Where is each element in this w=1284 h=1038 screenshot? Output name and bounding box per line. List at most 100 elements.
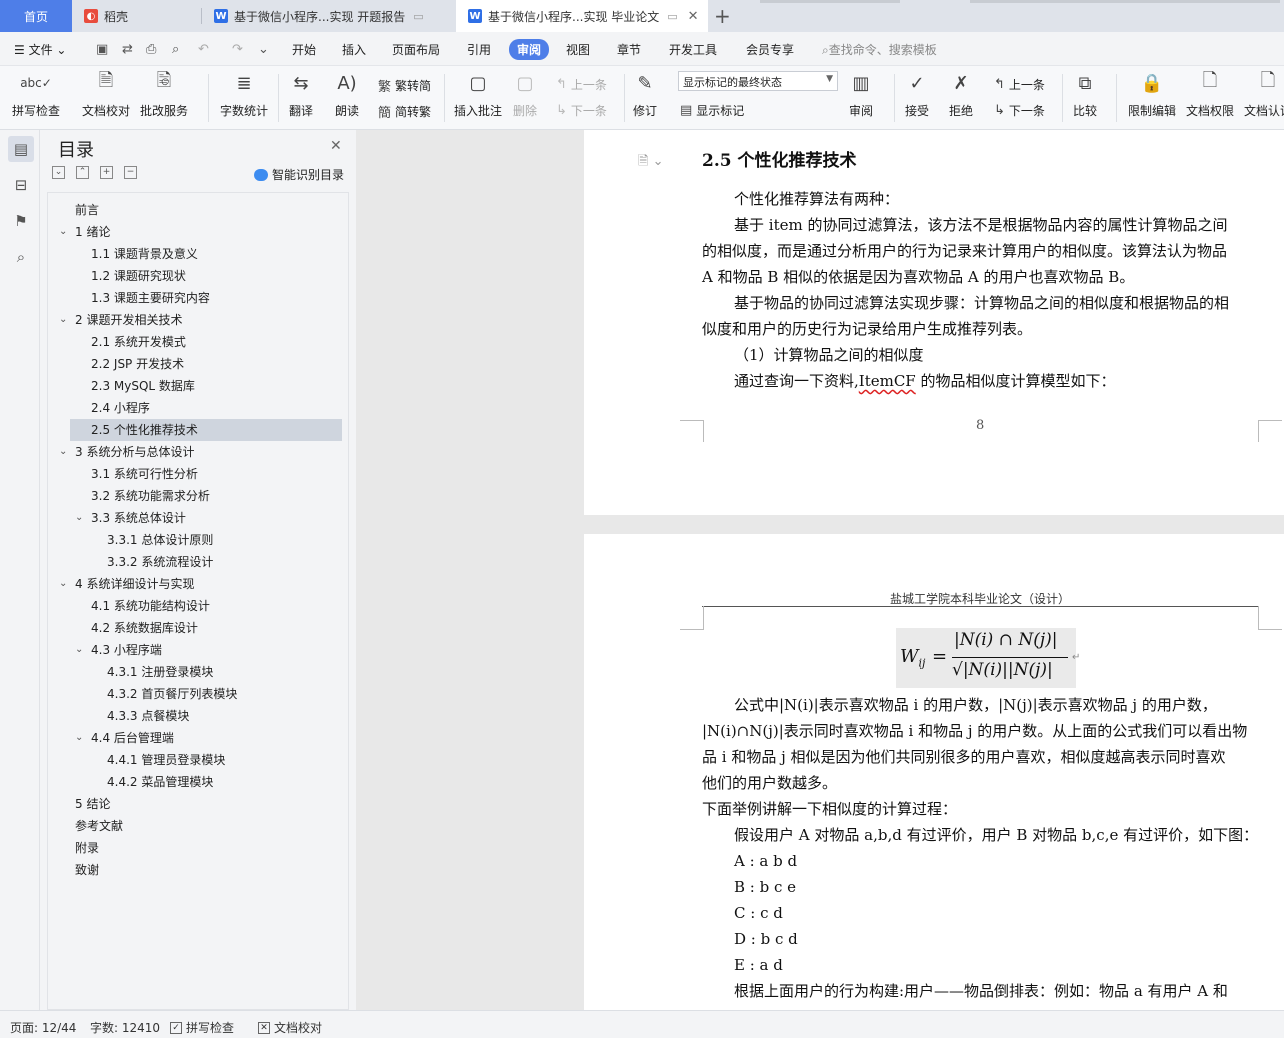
collapse-all-icon[interactable]: ⌄ xyxy=(52,166,65,179)
reject-button[interactable]: ✗ 拒绝 xyxy=(948,70,974,119)
toc-item[interactable]: 4.2 系统数据库设计 xyxy=(91,617,198,639)
read-aloud-button[interactable]: A) 朗读 xyxy=(334,70,360,119)
chevron-down-icon[interactable]: ⌄ xyxy=(59,221,67,243)
file-menu[interactable]: ☰ 文件 ⌄ xyxy=(14,41,66,58)
toc-item[interactable]: 2.5 个性化推荐技术 xyxy=(70,419,342,441)
toc-item[interactable]: ⌄ 3.3 系统总体设计 xyxy=(75,507,186,529)
command-search[interactable]: ⌕查找命令、搜索模板 xyxy=(822,41,937,58)
toc-item[interactable]: 2.2 JSP 开发技术 xyxy=(91,353,184,375)
similarity-formula[interactable]: Wij = |N(i) ∩ N(j)| √|N(i)||N(j)| xyxy=(896,628,1076,688)
save-icon[interactable]: ▣ xyxy=(96,42,108,57)
document-page-9[interactable]: 盐城工学院本科毕业论文（设计） Wij = |N(i) ∩ N(j)| √|N(… xyxy=(584,534,1284,1010)
chevron-down-icon[interactable]: ⌄ xyxy=(59,573,67,595)
redo-icon[interactable]: ↷ xyxy=(232,42,243,57)
toc-item[interactable]: 前言 xyxy=(75,199,99,221)
menu-dev-tools[interactable]: 开发工具 xyxy=(669,41,717,58)
show-markup-button[interactable]: ▤ 显示标记 xyxy=(680,102,744,119)
delete-comment-button[interactable]: ▢ 删除 xyxy=(512,70,538,119)
menu-chapter[interactable]: 章节 xyxy=(617,41,641,58)
menu-page-layout[interactable]: 页面布局 xyxy=(392,41,440,58)
batch-service-button[interactable]: 🗟 批改服务 xyxy=(140,70,188,119)
menu-view[interactable]: 视图 xyxy=(566,41,590,58)
accept-button[interactable]: ✓ 接受 xyxy=(904,70,930,119)
chevron-down-icon[interactable]: ⌄ xyxy=(59,441,67,463)
toc-item[interactable]: 1.3 课题主要研究内容 xyxy=(91,287,210,309)
prev-comment-button[interactable]: ↰ 上一条 xyxy=(556,76,607,93)
toc-item[interactable]: ⌄ 4.4 后台管理端 xyxy=(75,727,174,749)
chevron-down-icon[interactable]: ⌄ xyxy=(75,727,83,749)
customize-icon[interactable]: ⌄ xyxy=(258,42,269,57)
compare-button[interactable]: ⧉ 比较 xyxy=(1072,70,1098,119)
close-icon[interactable]: ✕ xyxy=(330,138,342,154)
document-page-8[interactable]: 🗎 ⌄ 2.5 个性化推荐技术 8 个性化推荐算法有两种： 基于 item 的协同… xyxy=(584,130,1284,515)
menu-member[interactable]: 会员专享 xyxy=(746,41,794,58)
nav-tree-icon[interactable]: ⊟ xyxy=(8,172,34,198)
export-icon[interactable]: ⇄ xyxy=(122,42,133,57)
doc-cert-button[interactable]: 🗋 文档认证 xyxy=(1244,70,1284,119)
toc-item[interactable]: 4.3.1 注册登录模块 xyxy=(107,661,213,683)
toc-item[interactable]: 4.1 系统功能结构设计 xyxy=(91,595,210,617)
smart-toc-button[interactable]: 智能识别目录 xyxy=(254,166,344,183)
trad-to-simp-button[interactable]: 繁繁转简 xyxy=(378,76,431,95)
chevron-down-icon[interactable]: ⌄ xyxy=(59,309,67,331)
menu-insert[interactable]: 插入 xyxy=(342,41,366,58)
undo-icon[interactable]: ↶ xyxy=(198,42,209,57)
toc-item[interactable]: 4.4.1 管理员登录模块 xyxy=(107,749,225,771)
toc-item[interactable]: ⌄ 1 绪论 xyxy=(59,221,110,243)
tab-daoke[interactable]: ◐ 稻壳 xyxy=(72,0,202,32)
toc-item[interactable]: 2.1 系统开发模式 xyxy=(91,331,186,353)
document-icon[interactable]: 🗎 ⌄ xyxy=(638,152,663,174)
revise-button[interactable]: ✎ 修订 xyxy=(632,70,658,119)
prev-change-button[interactable]: ↰ 上一条 xyxy=(994,76,1045,93)
toc-item[interactable]: 4.3.2 首页餐厅列表模块 xyxy=(107,683,237,705)
markup-state-select[interactable]: 显示标记的最终状态 ▼ xyxy=(678,71,838,91)
close-tab-icon[interactable]: ✕ xyxy=(688,9,699,24)
toc-icon[interactable]: ▤ xyxy=(8,136,34,162)
toc-item[interactable]: 3.1 系统可行性分析 xyxy=(91,463,198,485)
bookmark-icon[interactable]: ⚑ xyxy=(8,208,34,234)
print-preview-icon[interactable]: ⌕ xyxy=(172,42,179,57)
search-icon[interactable]: ⌕ xyxy=(8,244,34,270)
toc-item[interactable]: ⌄ 4 系统详细设计与实现 xyxy=(59,573,194,595)
toc-item[interactable]: ⌄ 4.3 小程序端 xyxy=(75,639,162,661)
add-heading-icon[interactable]: + xyxy=(100,166,113,179)
toc-item[interactable]: 2.3 MySQL 数据库 xyxy=(91,375,195,397)
menu-start[interactable]: 开始 xyxy=(292,41,316,58)
review-pane-button[interactable]: ▥ 审阅 xyxy=(848,70,874,119)
toc-item[interactable]: ⌄ 2 课题开发相关技术 xyxy=(59,309,182,331)
chevron-down-icon[interactable]: ⌄ xyxy=(75,507,83,529)
tab-doc-thesis[interactable]: W 基于微信小程序...实现 毕业论文 ▭ ✕ xyxy=(456,0,708,32)
word-count-indicator[interactable]: 字数: 12410 xyxy=(90,1019,160,1036)
tab-doc-proposal[interactable]: W 基于微信小程序...实现 开题报告 ▭ xyxy=(202,0,456,32)
toc-item[interactable]: 1.1 课题背景及意义 xyxy=(91,243,198,265)
insert-comment-button[interactable]: ▢ 插入批注 xyxy=(454,70,502,119)
restrict-edit-button[interactable]: 🔒 限制编辑 xyxy=(1128,70,1176,119)
status-doc-proof[interactable]: ✕ 文档校对 xyxy=(258,1019,322,1036)
chevron-down-icon[interactable]: ⌄ xyxy=(75,639,83,661)
toc-item[interactable]: 5 结论 xyxy=(75,793,110,815)
remove-heading-icon[interactable]: − xyxy=(124,166,137,179)
next-comment-button[interactable]: ↳ 下一条 xyxy=(556,102,607,119)
toc-item[interactable]: 致谢 xyxy=(75,859,99,881)
word-count-button[interactable]: ≣ 字数统计 xyxy=(220,70,268,119)
menu-references[interactable]: 引用 xyxy=(467,41,491,58)
next-change-button[interactable]: ↳ 下一条 xyxy=(994,102,1045,119)
doc-proof-button[interactable]: 🗎 文档校对 xyxy=(82,70,130,119)
simp-to-trad-button[interactable]: 簡简转繁 xyxy=(378,102,431,121)
page-indicator[interactable]: 页面: 12/44 xyxy=(10,1019,76,1036)
new-tab-icon[interactable]: + xyxy=(714,4,731,28)
toc-item[interactable]: 附录 xyxy=(75,837,99,859)
toc-item[interactable]: 3.3.1 总体设计原则 xyxy=(107,529,213,551)
toc-item[interactable]: 1.2 课题研究现状 xyxy=(91,265,186,287)
status-spell-check[interactable]: ✓ 拼写检查 xyxy=(170,1019,234,1036)
toc-item[interactable]: 4.3.3 点餐模块 xyxy=(107,705,189,727)
toc-item[interactable]: 3.2 系统功能需求分析 xyxy=(91,485,210,507)
expand-up-icon[interactable]: ⌃ xyxy=(76,166,89,179)
toc-item[interactable]: 2.4 小程序 xyxy=(91,397,150,419)
translate-button[interactable]: ⇆ 翻译 xyxy=(288,70,314,119)
toc-item[interactable]: 3.3.2 系统流程设计 xyxy=(107,551,213,573)
tab-home[interactable]: 首页 xyxy=(0,0,72,32)
toc-item[interactable]: 参考文献 xyxy=(75,815,123,837)
toc-item[interactable]: 4.4.2 菜品管理模块 xyxy=(107,771,213,793)
print-icon[interactable]: ⎙ xyxy=(146,42,156,57)
